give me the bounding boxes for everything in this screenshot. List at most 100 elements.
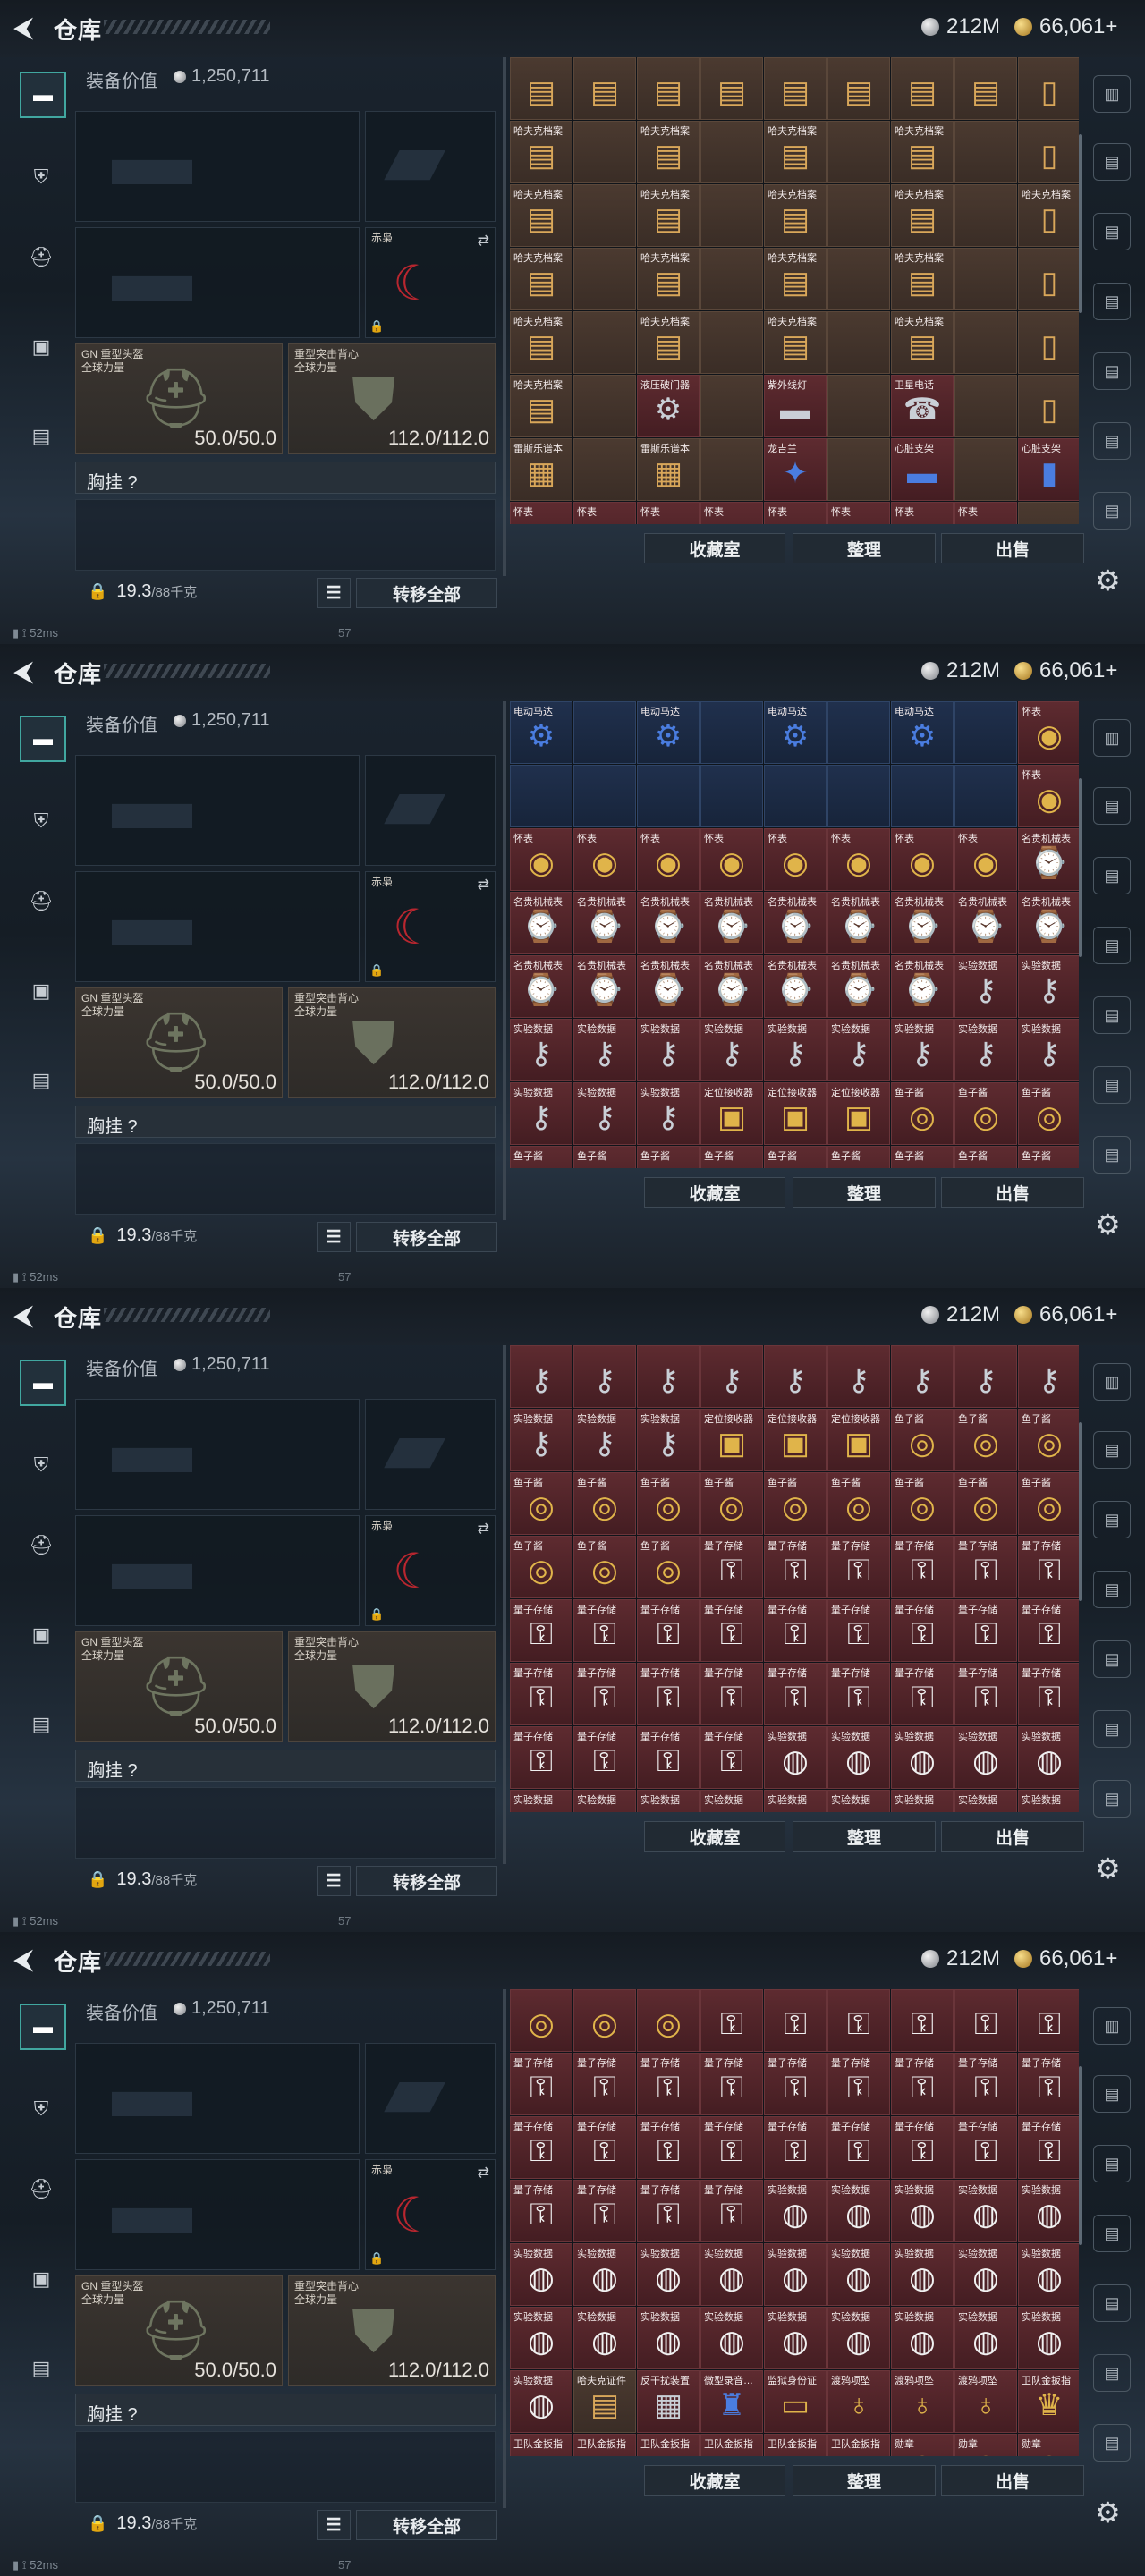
pistol-slot[interactable]: ▰ bbox=[365, 755, 496, 866]
grid-item[interactable]: 卫队金扳指 ♛ bbox=[1018, 2370, 1079, 2433]
grid-item[interactable]: 鱼子酱 ◎ bbox=[954, 1082, 1017, 1145]
grid-item[interactable]: 实验数据 ◍ bbox=[573, 1790, 636, 1812]
grid-item[interactable]: ⚷ bbox=[1018, 1345, 1079, 1408]
grid-item[interactable]: 名贵机械表 ⌚ bbox=[827, 892, 890, 954]
grid-item[interactable]: 定位接收器 ▣ bbox=[764, 1409, 827, 1471]
backpack-slot[interactable] bbox=[75, 2431, 496, 2503]
grid-item[interactable]: 哈夫克档案 ▤ bbox=[891, 248, 954, 310]
grid-item[interactable]: ▤ bbox=[891, 57, 954, 120]
collection-button[interactable]: 收藏室 bbox=[644, 1177, 785, 1208]
storage-box-icon[interactable]: ▤ bbox=[1093, 2284, 1131, 2322]
grid-item[interactable]: ▯ bbox=[1018, 57, 1079, 120]
helmet-slot[interactable]: GN 重型头盔 全球力量 ⛑ 50.0/50.0 bbox=[75, 343, 283, 454]
helmet-slot[interactable]: GN 重型头盔 全球力量 ⛑ 50.0/50.0 bbox=[75, 2275, 283, 2386]
grid-item[interactable]: 怀表 ◉ bbox=[827, 502, 890, 524]
storage-box-icon[interactable]: ▤ bbox=[1093, 422, 1131, 460]
swap-icon[interactable]: ⇄ bbox=[478, 876, 489, 894]
storage-box-icon[interactable]: ▤ bbox=[1093, 143, 1131, 181]
grid-item[interactable]: 定位接收器 ▣ bbox=[764, 1082, 827, 1145]
transfer-all-button[interactable]: 转移全部 bbox=[356, 1222, 497, 1252]
grid-item[interactable]: 实验数据 ◍ bbox=[573, 2307, 636, 2369]
grid-item[interactable]: 实验数据 ⚷ bbox=[891, 1019, 954, 1081]
grid-item[interactable]: ⚿ bbox=[764, 1989, 827, 2052]
back-arrow-icon[interactable]: ⮜ bbox=[14, 1302, 41, 1329]
grid-item[interactable]: 名贵机械表 ⌚ bbox=[891, 955, 954, 1018]
grid-item[interactable]: 实验数据 ◍ bbox=[827, 2307, 890, 2369]
grid-item[interactable]: 实验数据 ⚷ bbox=[1018, 955, 1079, 1018]
back-arrow-icon[interactable]: ⮜ bbox=[14, 1946, 41, 1973]
sell-button[interactable]: 出售 bbox=[941, 533, 1084, 564]
grid-item[interactable]: 雷斯乐谱本 ▦ bbox=[510, 438, 572, 501]
sell-button[interactable]: 出售 bbox=[941, 1177, 1084, 1208]
primary-weapon-slot[interactable]: ▬ bbox=[75, 2043, 360, 2154]
grid-item[interactable]: 实验数据 ⚷ bbox=[637, 1409, 700, 1471]
helmet-slot[interactable]: GN 重型头盔 全球力量 ⛑ 50.0/50.0 bbox=[75, 1631, 283, 1742]
grid-item[interactable]: 量子存储 ⚿ bbox=[573, 1726, 636, 1789]
grid-item[interactable]: 量子存储 ⚿ bbox=[700, 2180, 763, 2242]
grid-item[interactable]: ⚿ bbox=[891, 1989, 954, 2052]
tab-briefcase-icon[interactable]: ▤ bbox=[20, 1703, 63, 1746]
grid-item[interactable]: 名贵机械表 ⌚ bbox=[1018, 892, 1079, 954]
storage-box-icon[interactable]: ▤ bbox=[1093, 787, 1131, 825]
backpack-slot[interactable] bbox=[75, 1787, 496, 1859]
grid-item[interactable]: 名贵机械表 ⌚ bbox=[573, 955, 636, 1018]
grid-item[interactable]: 量子存储 ⚿ bbox=[637, 1663, 700, 1725]
grid-item[interactable]: ▤ bbox=[954, 57, 1017, 120]
storage-box-icon[interactable]: ▤ bbox=[1093, 213, 1131, 250]
grid-item[interactable] bbox=[827, 248, 890, 310]
swap-icon[interactable]: ⇄ bbox=[478, 1520, 489, 1538]
grid-item[interactable]: 实验数据 ◍ bbox=[954, 2243, 1017, 2306]
grid-item[interactable]: 怀表 ◉ bbox=[764, 828, 827, 891]
grid-item[interactable]: 渡鸦项坠 ♁ bbox=[827, 2370, 890, 2433]
storage-box-icon[interactable]: ▤ bbox=[1093, 2424, 1131, 2462]
pistol-slot[interactable]: ▰ bbox=[365, 1399, 496, 1510]
grid-item[interactable]: 量子存储 ⚿ bbox=[700, 1536, 763, 1598]
grid-item[interactable] bbox=[954, 121, 1017, 183]
grid-item[interactable]: 实验数据 ◍ bbox=[827, 1726, 890, 1789]
grid-item[interactable]: 哈夫克档案 ▯ bbox=[1018, 184, 1079, 247]
grid-item[interactable] bbox=[827, 438, 890, 501]
grid-item[interactable]: 量子存储 ⚿ bbox=[700, 1726, 763, 1789]
grid-item[interactable]: 量子存储 ⚿ bbox=[510, 2053, 572, 2115]
grid-item[interactable]: 实验数据 ◍ bbox=[954, 2180, 1017, 2242]
grid-item[interactable]: 哈夫克档案 ▤ bbox=[891, 121, 954, 183]
storage-box-icon[interactable]: ▤ bbox=[1093, 1571, 1131, 1608]
grid-item[interactable]: 实验数据 ⚷ bbox=[637, 1019, 700, 1081]
grid-item[interactable]: 卫队金扳指 ♛ bbox=[637, 2434, 700, 2456]
storage-box-icon[interactable]: ▤ bbox=[1093, 352, 1131, 390]
tab-weapons-icon[interactable]: ▬ bbox=[20, 716, 66, 762]
tab-briefcase-icon[interactable]: ▤ bbox=[20, 1059, 63, 1102]
grid-item[interactable]: 定位接收器 ▣ bbox=[700, 1409, 763, 1471]
grid-item[interactable] bbox=[700, 248, 763, 310]
grid-item[interactable]: 卫队金扳指 ♛ bbox=[700, 2434, 763, 2456]
grid-item[interactable]: 实验数据 ◍ bbox=[1018, 2243, 1079, 2306]
grid-item[interactable]: 哈夫克档案 ▤ bbox=[764, 184, 827, 247]
grid-item[interactable]: 实验数据 ◍ bbox=[891, 1790, 954, 1812]
grid-item[interactable]: 紫外线灯 ▬ bbox=[764, 375, 827, 437]
chest-rig-slot[interactable]: 胸挂 ? bbox=[75, 462, 496, 494]
grid-item[interactable]: 渡鸦项坠 ♁ bbox=[891, 2370, 954, 2433]
primary-weapon-slot[interactable]: ▬ bbox=[75, 1399, 360, 1510]
grid-item[interactable]: ▯ bbox=[1018, 311, 1079, 374]
grid-item[interactable]: 名贵机械表 ⌚ bbox=[510, 892, 572, 954]
storage-box-icon[interactable]: ▤ bbox=[1093, 857, 1131, 894]
grid-item[interactable]: 量子存储 ⚿ bbox=[891, 1536, 954, 1598]
grid-item[interactable]: 量子存储 ⚿ bbox=[764, 2053, 827, 2115]
grid-item[interactable]: 量子存储 ⚿ bbox=[700, 1599, 763, 1662]
grid-scrollbar[interactable] bbox=[1079, 1422, 1082, 1601]
grid-item[interactable]: 龙吉兰 ✦ bbox=[764, 438, 827, 501]
grid-item[interactable]: 量子存储 ⚿ bbox=[700, 1663, 763, 1725]
grid-item[interactable]: 电动马达 ⚙ bbox=[764, 701, 827, 764]
grid-item[interactable]: 怀表 ◉ bbox=[827, 828, 890, 891]
grid-item[interactable]: 渡鸦项坠 ♁ bbox=[954, 2370, 1017, 2433]
gold-currency[interactable]: 66,061+ bbox=[1014, 1946, 1117, 1971]
grid-item[interactable]: 实验数据 ◍ bbox=[700, 2307, 763, 2369]
grid-item[interactable]: 实验数据 ◍ bbox=[764, 2307, 827, 2369]
grid-item[interactable] bbox=[510, 765, 572, 827]
grid-item[interactable]: 怀表 ◉ bbox=[1018, 765, 1079, 827]
grid-item[interactable]: 量子存储 ⚿ bbox=[573, 1663, 636, 1725]
grid-item[interactable]: 哈夫克档案 ▤ bbox=[764, 248, 827, 310]
grid-item[interactable]: 名贵机械表 ⌚ bbox=[1018, 828, 1079, 891]
grid-item[interactable]: 定位接收器 ▣ bbox=[700, 1082, 763, 1145]
grid-item[interactable]: 实验数据 ◍ bbox=[573, 2243, 636, 2306]
